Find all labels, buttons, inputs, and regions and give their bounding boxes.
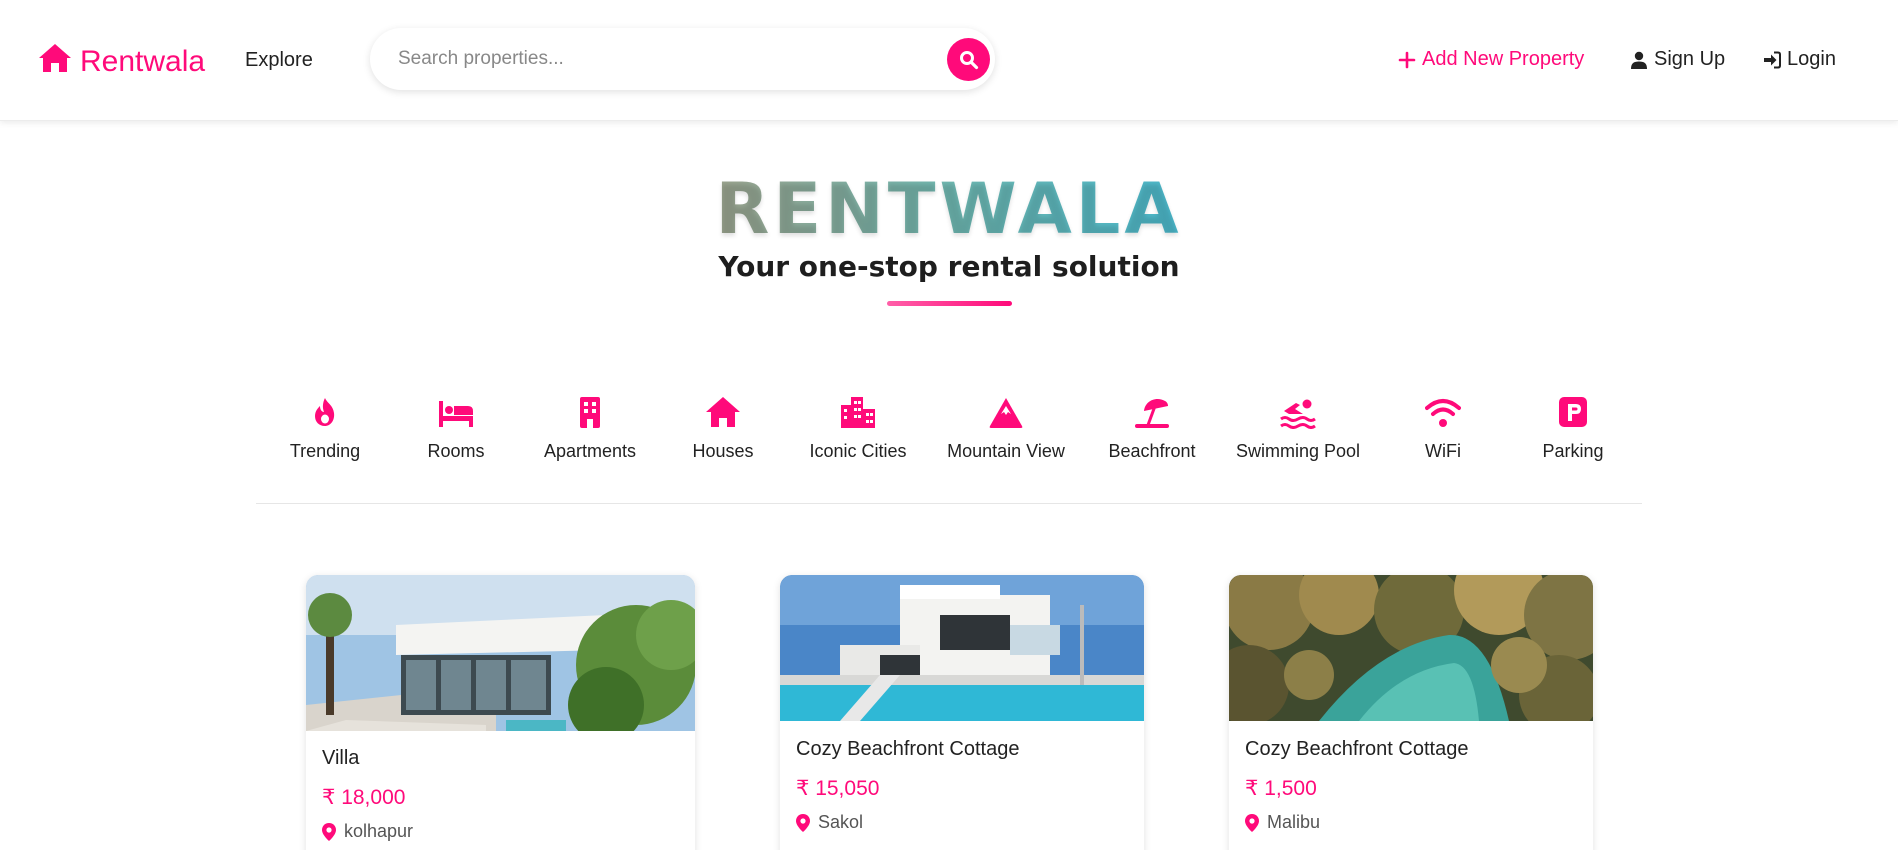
listing-location: kolhapur bbox=[322, 821, 413, 842]
filter-label: Trending bbox=[289, 441, 361, 461]
filter-beachfront[interactable]: Beachfront bbox=[1077, 395, 1227, 462]
filter-label: WiFi bbox=[1425, 441, 1461, 461]
parking-icon bbox=[1559, 397, 1587, 427]
bed-icon bbox=[439, 401, 473, 427]
fire-icon bbox=[315, 398, 335, 426]
filter-houses[interactable]: Houses bbox=[648, 395, 798, 462]
filter-label: Mountain View bbox=[947, 441, 1065, 461]
filter-iconic-cities[interactable]: Iconic Cities bbox=[783, 395, 933, 462]
hero-underline bbox=[887, 301, 1012, 306]
add-property-link[interactable]: Add New Property bbox=[1398, 48, 1584, 71]
filter-parking[interactable]: Parking bbox=[1498, 395, 1648, 462]
search-button[interactable] bbox=[947, 38, 990, 81]
listing-image bbox=[306, 575, 695, 731]
listing-image bbox=[780, 575, 1144, 721]
listing-location-text: Sakol bbox=[818, 812, 864, 832]
location-pin-icon bbox=[1245, 813, 1259, 832]
filter-label: Apartments bbox=[543, 441, 637, 461]
sign-in-icon bbox=[1764, 51, 1781, 68]
listing-title: Cozy Beachfront Cottage bbox=[796, 738, 1020, 760]
listing-location-text: kolhapur bbox=[344, 821, 414, 841]
filter-trending[interactable]: Trending bbox=[250, 395, 400, 462]
city-icon bbox=[841, 397, 875, 428]
swimmer-icon bbox=[1280, 399, 1316, 429]
location-pin-icon bbox=[796, 813, 810, 832]
filter-label: Beachfront bbox=[1108, 441, 1196, 461]
listing-title: Villa bbox=[322, 747, 360, 769]
listing-card[interactable]: Cozy Beachfront Cottage ₹ 1,500 Malibu bbox=[1229, 575, 1593, 850]
filter-apartments[interactable]: Apartments bbox=[515, 395, 665, 462]
login-link[interactable]: Login bbox=[1763, 48, 1836, 71]
wifi-icon bbox=[1425, 399, 1461, 427]
listing-card[interactable]: Villa ₹ 18,000 kolhapur bbox=[306, 575, 695, 850]
nav-explore-link[interactable]: Explore bbox=[245, 49, 313, 72]
location-pin-icon bbox=[322, 822, 336, 841]
filter-label: Houses bbox=[692, 441, 754, 461]
login-label: Login bbox=[1787, 48, 1836, 70]
listing-location-text: Malibu bbox=[1267, 812, 1321, 832]
filter-swimming-pool[interactable]: Swimming Pool bbox=[1223, 395, 1373, 462]
user-icon bbox=[1631, 51, 1647, 69]
filter-mountain-view[interactable]: Mountain View bbox=[931, 395, 1081, 462]
filter-rooms[interactable]: Rooms bbox=[381, 395, 531, 462]
mountain-icon bbox=[989, 398, 1023, 428]
sign-up-link[interactable]: Sign Up bbox=[1630, 48, 1725, 71]
listing-card[interactable]: Cozy Beachfront Cottage ₹ 15,050 Sakol bbox=[780, 575, 1144, 850]
listing-price: ₹ 1,500 bbox=[1245, 777, 1317, 800]
house-icon bbox=[38, 42, 72, 82]
filter-label: Swimming Pool bbox=[1235, 441, 1361, 461]
brand-name: Rentwala bbox=[80, 45, 206, 78]
filter-wifi[interactable]: WiFi bbox=[1368, 395, 1518, 462]
plus-icon bbox=[1398, 51, 1416, 68]
hero-subtitle: Your one-stop rental solution bbox=[718, 250, 1180, 283]
search-bar bbox=[370, 28, 995, 90]
house-icon bbox=[706, 397, 740, 427]
hero-title: RENTWALA bbox=[0, 168, 1898, 250]
umbrella-beach-icon bbox=[1135, 399, 1169, 428]
listing-location: Sakol bbox=[796, 812, 863, 833]
building-icon bbox=[580, 397, 600, 428]
navbar: Rentwala Explore Add New Property Sign U… bbox=[0, 0, 1898, 121]
filter-label: Iconic Cities bbox=[809, 441, 907, 461]
listing-price: ₹ 15,050 bbox=[796, 777, 880, 800]
category-filters: Trending Rooms Apartments Houses Iconic … bbox=[0, 395, 1898, 465]
listing-image bbox=[1229, 575, 1593, 721]
sign-up-label: Sign Up bbox=[1654, 48, 1726, 70]
listing-title: Cozy Beachfront Cottage bbox=[1245, 738, 1469, 760]
listing-price: ₹ 18,000 bbox=[322, 786, 406, 809]
search-icon bbox=[959, 50, 978, 69]
listing-location: Malibu bbox=[1245, 812, 1320, 833]
search-input[interactable] bbox=[398, 40, 898, 78]
brand-link[interactable]: Rentwala bbox=[38, 42, 205, 82]
filter-label: Rooms bbox=[427, 441, 485, 461]
filters-divider bbox=[256, 503, 1642, 504]
filter-label: Parking bbox=[1542, 441, 1604, 461]
add-property-label: Add New Property bbox=[1422, 48, 1585, 70]
